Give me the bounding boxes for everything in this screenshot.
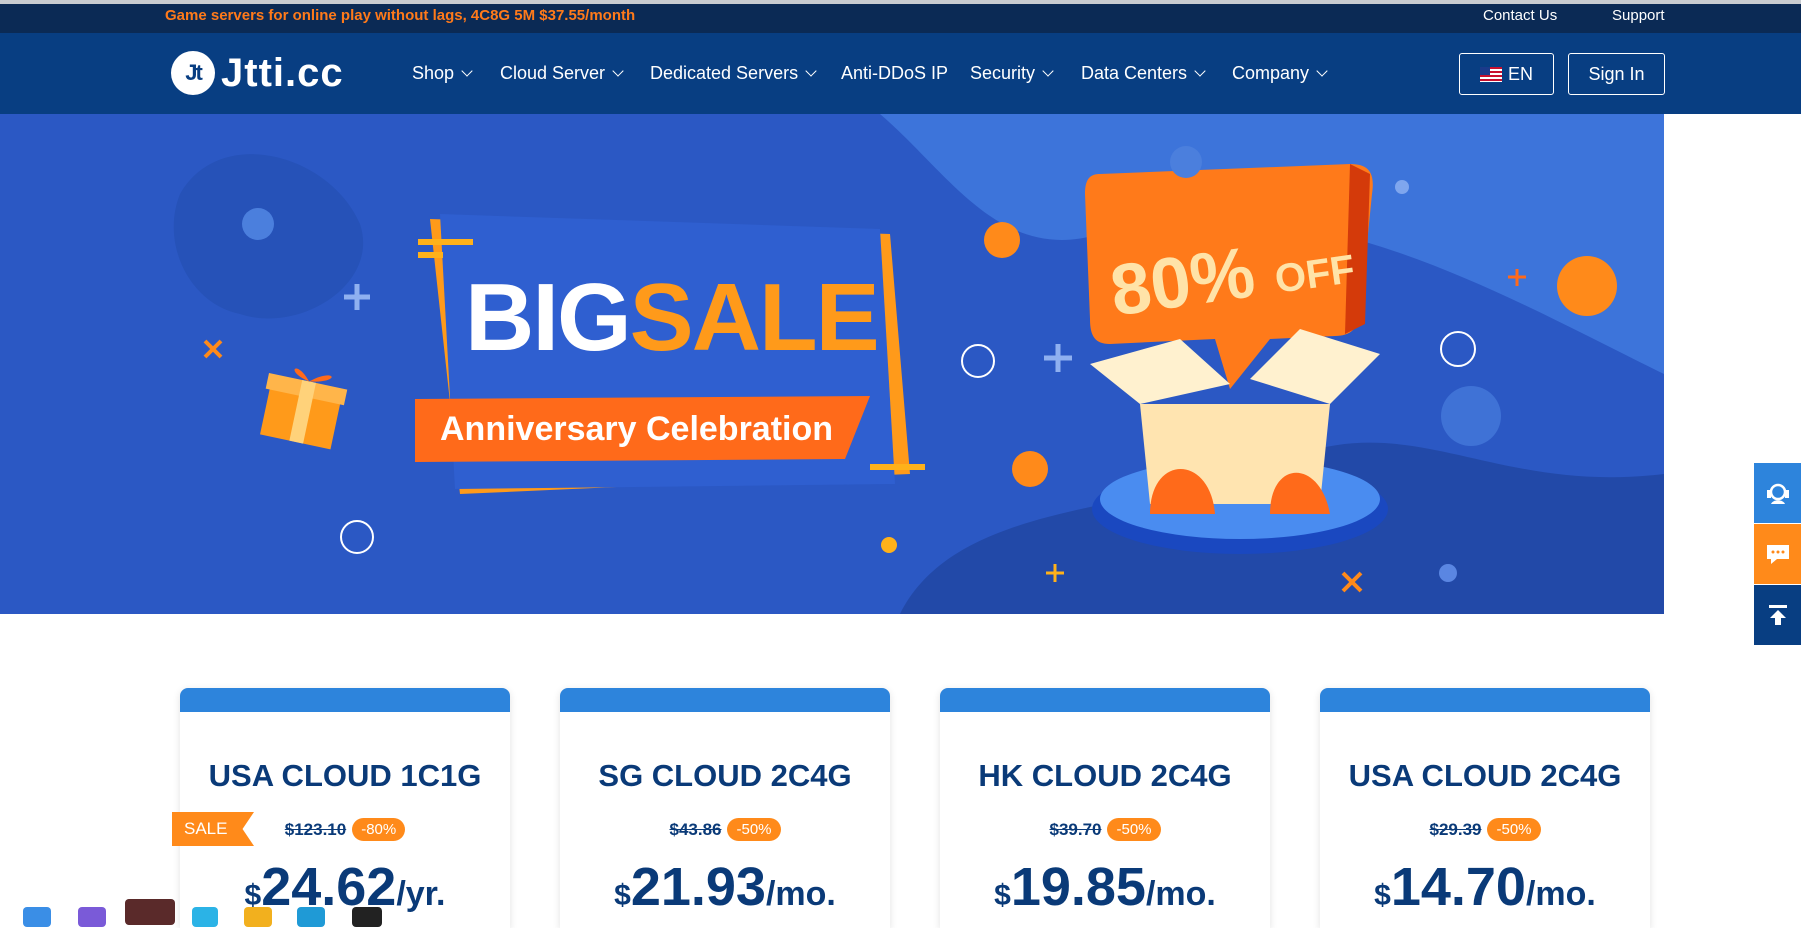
discount-badge: -50% xyxy=(1487,818,1541,841)
card-price: $19.85/mo. xyxy=(940,856,1270,918)
nav-company-label: Company xyxy=(1232,63,1310,83)
site-logo[interactable]: Jt Jtti.cc xyxy=(171,51,344,95)
banner-headline: BIGSALE xyxy=(465,270,880,366)
chevron-down-icon xyxy=(461,65,473,77)
card-old-price-row: $43.86 -50% xyxy=(560,818,890,841)
nav-cloud-server[interactable]: Cloud Server xyxy=(500,63,624,84)
card-top-bar xyxy=(1320,688,1650,712)
nav-cloud-server-label: Cloud Server xyxy=(500,63,606,83)
card-title: SG CLOUD 2C4G xyxy=(598,758,852,793)
banner-sale-word: SALE xyxy=(629,264,880,371)
card-currency: $ xyxy=(994,879,1011,912)
chevron-down-icon xyxy=(1316,65,1328,77)
language-label: EN xyxy=(1507,63,1533,84)
card-old-price-row: $39.70 -50% xyxy=(940,818,1270,841)
customer-service-button[interactable] xyxy=(1754,463,1801,523)
nav-data-centers-label: Data Centers xyxy=(1081,63,1188,83)
discount-badge: -50% xyxy=(1107,818,1161,841)
nav-anti-ddos-ip[interactable]: Anti-DDoS IP xyxy=(841,63,948,84)
hero-banner[interactable]: BIGSALE Anniversary Celebration 80% OFF xyxy=(0,114,1664,614)
headset-icon xyxy=(1766,483,1789,504)
app-icon[interactable] xyxy=(244,907,272,927)
banner-subtitle: Anniversary Celebration xyxy=(440,410,834,448)
chevron-down-icon xyxy=(805,65,817,77)
us-flag-icon xyxy=(1479,66,1502,82)
banner-discount-word: OFF xyxy=(1272,247,1358,302)
nav-dedicated-servers[interactable]: Dedicated Servers xyxy=(650,63,817,84)
edge-icon[interactable] xyxy=(297,907,325,927)
chat-icon xyxy=(1766,545,1789,564)
nav-security-label: Security xyxy=(970,63,1036,83)
card-top-bar xyxy=(180,688,510,712)
language-button[interactable]: EN xyxy=(1459,53,1554,95)
card-price-unit: /mo. xyxy=(765,875,836,913)
media-player-icon[interactable] xyxy=(192,907,218,927)
product-card[interactable]: SG CLOUD 2C4G $43.86 -50% $21.93/mo. xyxy=(560,688,890,928)
logo-badge: Jt xyxy=(171,51,215,95)
card-top-bar xyxy=(560,688,890,712)
card-title: HK CLOUD 2C4G xyxy=(978,758,1232,793)
card-old-price: $39.70 xyxy=(1049,819,1102,839)
nav-company[interactable]: Company xyxy=(1232,63,1328,84)
nav-shop-label: Shop xyxy=(412,63,455,83)
card-price: $21.93/mo. xyxy=(560,856,890,918)
sign-in-button[interactable]: Sign In xyxy=(1568,53,1665,95)
chevron-down-icon xyxy=(1042,65,1054,77)
discount-badge: -50% xyxy=(727,818,781,841)
card-price-amount: 21.93 xyxy=(630,857,766,917)
arrow-up-icon xyxy=(1768,605,1787,625)
nav-anti-ddos-ip-label: Anti-DDoS IP xyxy=(841,63,949,83)
promo-link[interactable]: Game servers for online play without lag… xyxy=(165,7,635,24)
card-old-price: $123.10 xyxy=(284,819,347,839)
product-card[interactable]: USA CLOUD 1C1G $123.10 -80% $24.62/yr. xyxy=(180,688,510,928)
support-link[interactable]: Support xyxy=(1612,7,1665,24)
nav-dedicated-servers-label: Dedicated Servers xyxy=(650,63,799,83)
banner-big-word: BIG xyxy=(465,264,632,371)
back-to-top-button[interactable] xyxy=(1754,585,1801,645)
nav-data-centers[interactable]: Data Centers xyxy=(1081,63,1206,84)
card-price: $14.70/mo. xyxy=(1320,856,1650,918)
card-currency: $ xyxy=(1374,879,1391,912)
card-price-amount: 19.85 xyxy=(1010,857,1146,917)
card-old-price: $43.86 xyxy=(669,819,722,839)
copilot-icon[interactable] xyxy=(78,907,106,927)
card-price-unit: /mo. xyxy=(1145,875,1216,913)
contact-us-link[interactable]: Contact Us xyxy=(1483,7,1557,24)
card-old-price: $29.39 xyxy=(1429,819,1482,839)
card-price: $24.62/yr. xyxy=(180,856,510,918)
product-card[interactable]: HK CLOUD 2C4G $39.70 -50% $19.85/mo. xyxy=(940,688,1270,928)
discount-badge: -80% xyxy=(352,818,406,841)
nav-shop[interactable]: Shop xyxy=(412,63,473,84)
windows-start-icon[interactable] xyxy=(23,907,51,927)
nav-security[interactable]: Security xyxy=(970,63,1054,84)
chevron-down-icon xyxy=(1194,65,1206,77)
qq-icon[interactable] xyxy=(125,899,175,925)
app-icon[interactable] xyxy=(352,907,382,927)
logo-text: Jtti.cc xyxy=(221,50,344,95)
card-top-bar xyxy=(940,688,1270,712)
card-price-unit: /yr. xyxy=(396,875,446,913)
card-price-unit: /mo. xyxy=(1525,875,1596,913)
card-price-amount: 14.70 xyxy=(1390,857,1526,917)
product-card[interactable]: USA CLOUD 2C4G $29.39 -50% $14.70/mo. xyxy=(1320,688,1650,928)
chevron-down-icon xyxy=(612,65,624,77)
card-title: USA CLOUD 1C1G xyxy=(208,758,482,793)
card-currency: $ xyxy=(614,879,631,912)
card-title: USA CLOUD 2C4G xyxy=(1348,758,1622,793)
chat-button[interactable] xyxy=(1754,524,1801,584)
card-old-price-row: $29.39 -50% xyxy=(1320,818,1650,841)
sale-ribbon: SALE xyxy=(172,812,254,846)
